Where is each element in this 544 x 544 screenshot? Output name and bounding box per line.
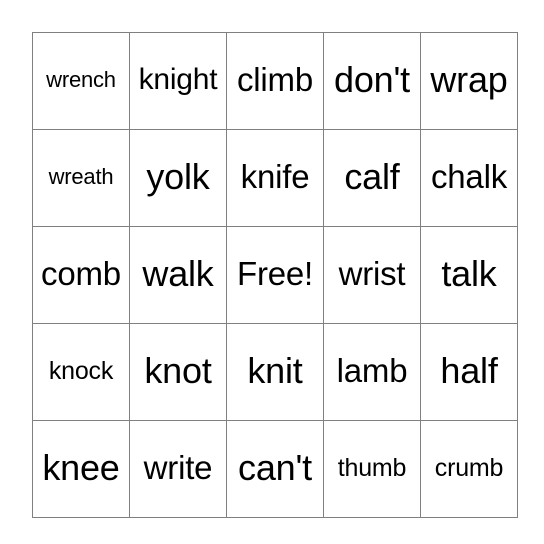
- bingo-cell-label: chalk: [430, 158, 508, 195]
- bingo-cell[interactable]: comb: [32, 226, 130, 324]
- bingo-cell[interactable]: yolk: [129, 129, 227, 227]
- bingo-cell[interactable]: knife: [226, 129, 324, 227]
- free-space-label: Free!: [236, 255, 314, 292]
- bingo-row: wreath yolk knife calf chalk: [32, 129, 518, 227]
- bingo-cell-label: talk: [441, 253, 497, 294]
- bingo-cell-label: knot: [144, 350, 212, 391]
- bingo-cell-label: wreath: [48, 164, 114, 189]
- bingo-row: knock knot knit lamb half: [32, 323, 518, 421]
- bingo-cell[interactable]: walk: [129, 226, 227, 324]
- bingo-cell[interactable]: knot: [129, 323, 227, 421]
- bingo-cell-label: can't: [238, 447, 312, 488]
- bingo-cell[interactable]: talk: [420, 226, 518, 324]
- bingo-cell-label: knock: [48, 357, 114, 385]
- bingo-cell-label: knife: [240, 158, 310, 195]
- bingo-cell-label: crumb: [434, 454, 504, 482]
- bingo-cell[interactable]: wrist: [323, 226, 421, 324]
- bingo-cell[interactable]: write: [129, 420, 227, 518]
- bingo-cell[interactable]: crumb: [420, 420, 518, 518]
- bingo-cell[interactable]: lamb: [323, 323, 421, 421]
- bingo-cell-free-space[interactable]: Free!: [226, 226, 324, 324]
- bingo-cell-label: knight: [138, 63, 218, 96]
- bingo-cell-label: thumb: [337, 454, 407, 482]
- bingo-grid-body: wrench knight climb don't wrap wreath yo…: [32, 32, 518, 518]
- bingo-cell-label: wrench: [46, 67, 116, 92]
- bingo-cell-label: don't: [334, 59, 410, 100]
- bingo-cell[interactable]: don't: [323, 32, 421, 130]
- bingo-cell[interactable]: thumb: [323, 420, 421, 518]
- bingo-row: knee write can't thumb crumb: [32, 420, 518, 518]
- bingo-cell-label: calf: [344, 156, 400, 197]
- bingo-cell[interactable]: wrap: [420, 32, 518, 130]
- bingo-cell-label: lamb: [336, 352, 408, 389]
- bingo-cell-label: half: [440, 350, 498, 391]
- bingo-cell[interactable]: knight: [129, 32, 227, 130]
- bingo-card: wrench knight climb don't wrap wreath yo…: [32, 32, 518, 518]
- bingo-cell-label: wrist: [338, 255, 406, 292]
- bingo-cell-label: climb: [236, 61, 313, 98]
- bingo-cell-label: knit: [247, 350, 303, 391]
- bingo-cell[interactable]: knee: [32, 420, 130, 518]
- bingo-cell[interactable]: calf: [323, 129, 421, 227]
- bingo-cell[interactable]: can't: [226, 420, 324, 518]
- bingo-cell-label: knee: [42, 447, 120, 488]
- bingo-cell[interactable]: knit: [226, 323, 324, 421]
- bingo-cell-label: yolk: [146, 156, 210, 197]
- bingo-cell-label: walk: [142, 253, 214, 294]
- bingo-cell[interactable]: half: [420, 323, 518, 421]
- bingo-cell[interactable]: climb: [226, 32, 324, 130]
- bingo-cell-label: comb: [41, 255, 121, 292]
- bingo-cell[interactable]: knock: [32, 323, 130, 421]
- bingo-row: wrench knight climb don't wrap: [32, 32, 518, 130]
- bingo-row: comb walk Free! wrist talk: [32, 226, 518, 324]
- bingo-grid: wrench knight climb don't wrap wreath yo…: [32, 32, 518, 518]
- bingo-cell[interactable]: wreath: [32, 129, 130, 227]
- bingo-cell-label: write: [143, 449, 213, 486]
- bingo-cell[interactable]: chalk: [420, 129, 518, 227]
- bingo-cell-label: wrap: [430, 59, 508, 100]
- bingo-cell[interactable]: wrench: [32, 32, 130, 130]
